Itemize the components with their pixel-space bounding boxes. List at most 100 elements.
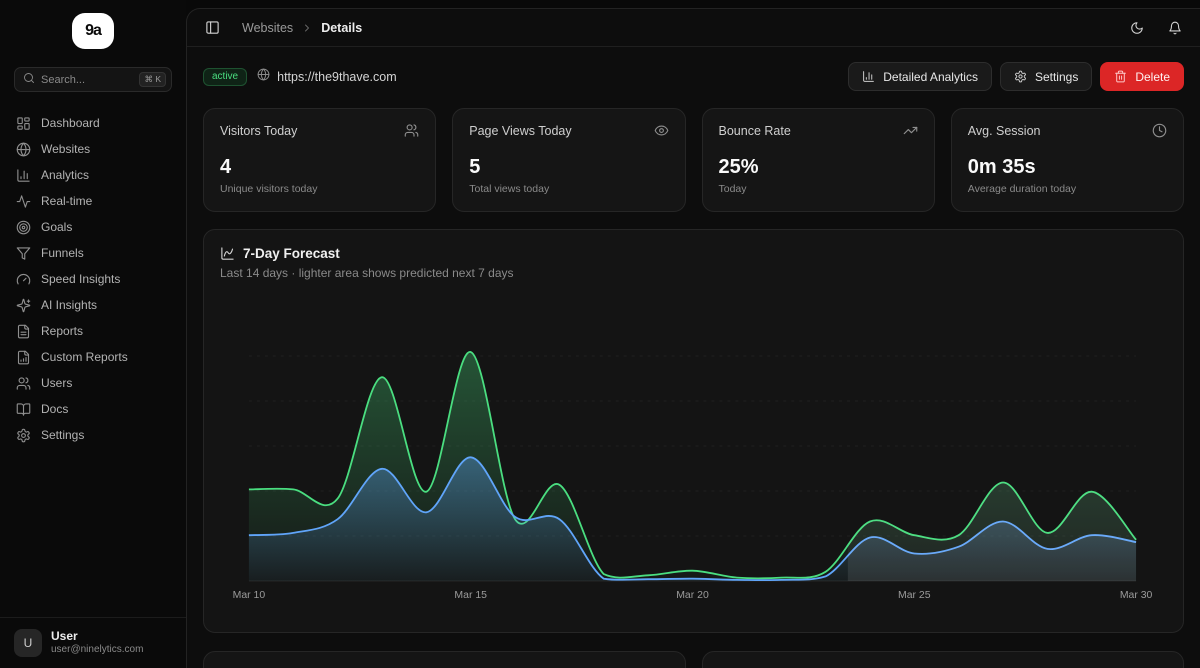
eye-icon <box>654 123 669 138</box>
stat-title-row: Bounce Rate <box>719 123 918 138</box>
sidebar-item-funnels[interactable]: Funnels <box>8 240 178 266</box>
book-open-icon-wrap <box>16 402 31 417</box>
user-name: User <box>51 629 143 644</box>
sidebar-item-label: AI Insights <box>41 298 97 312</box>
sidebar-item-custom-reports[interactable]: Custom Reports <box>8 344 178 370</box>
sidebar-item-label: Funnels <box>41 246 84 260</box>
activity-icon-wrap <box>16 194 31 209</box>
sidebar-item-label: Real-time <box>41 194 92 208</box>
button-label: Delete <box>1135 70 1170 84</box>
breadcrumb-details: Details <box>321 21 362 35</box>
users-icon-wrap <box>404 123 419 138</box>
sidebar-item-ai-insights[interactable]: AI Insights <box>8 292 178 318</box>
bottom-card-top-countries: Top Countries <box>702 651 1185 668</box>
globe-icon <box>16 142 31 157</box>
search-icon-wrap <box>23 71 35 89</box>
forecast-subtitle: Last 14 days · lighter area shows predic… <box>220 266 1167 280</box>
trending-up-icon-wrap <box>903 123 918 138</box>
clock-icon <box>1152 123 1167 138</box>
forecast-chart: Mar 10Mar 15Mar 20Mar 25Mar 30 <box>220 296 1167 608</box>
sidebar-item-real-time[interactable]: Real-time <box>8 188 178 214</box>
sidebar-toggle-button[interactable] <box>205 20 220 35</box>
stats-grid: Visitors Today4Unique visitors todayPage… <box>203 108 1184 212</box>
user-email: user@ninelytics.com <box>51 644 143 657</box>
search-shortcut-badge: ⌘ K <box>139 72 166 87</box>
breadcrumb-websites[interactable]: Websites <box>242 21 293 35</box>
forecast-title: 7-Day Forecast <box>243 246 340 261</box>
stat-card-avg-session: Avg. Session0m 35sAverage duration today <box>951 108 1184 212</box>
logo-wrap: 9a <box>0 0 186 59</box>
book-open-icon <box>16 402 31 417</box>
stat-title-row: Page Views Today <box>469 123 668 138</box>
stat-value: 25% <box>719 156 918 179</box>
svg-text:Mar 25: Mar 25 <box>898 590 931 601</box>
button-label: Detailed Analytics <box>883 70 978 84</box>
sidebar-item-websites[interactable]: Websites <box>8 136 178 162</box>
sidebar-item-docs[interactable]: Docs <box>8 396 178 422</box>
stat-title-row: Avg. Session <box>968 123 1167 138</box>
site-url[interactable]: https://the9thave.com <box>277 70 397 84</box>
sparkles-icon-wrap <box>16 298 31 313</box>
sidebar-item-reports[interactable]: Reports <box>8 318 178 344</box>
stat-title: Visitors Today <box>220 124 297 138</box>
bottom-card-top-pages: Top Pages <box>203 651 686 668</box>
sidebar-search[interactable]: ⌘ K <box>14 67 172 92</box>
sidebar-item-label: Custom Reports <box>41 350 128 364</box>
chevron-right-icon <box>301 22 313 34</box>
trash-icon <box>1114 70 1127 83</box>
content: active https://the9thave.com Detailed An… <box>187 47 1200 668</box>
sidebar-item-speed-insights[interactable]: Speed Insights <box>8 266 178 292</box>
stat-title: Bounce Rate <box>719 124 791 138</box>
gauge-icon-wrap <box>16 272 31 287</box>
stat-value: 5 <box>469 156 668 179</box>
settings-button[interactable]: Settings <box>1000 62 1092 91</box>
sidebar-item-users[interactable]: Users <box>8 370 178 396</box>
svg-text:Mar 15: Mar 15 <box>454 590 487 601</box>
stat-value: 4 <box>220 156 419 179</box>
site-header: active https://the9thave.com Detailed An… <box>203 62 1184 91</box>
sidebar-item-label: Settings <box>41 428 84 442</box>
stat-value: 0m 35s <box>968 156 1167 179</box>
sidebar-item-label: Docs <box>41 402 68 416</box>
main-panel: Websites Details active https://the9thav… <box>186 8 1200 668</box>
theme-toggle-button[interactable] <box>1130 21 1144 35</box>
moon-icon <box>1130 21 1144 35</box>
target-icon <box>16 220 31 235</box>
chart-column-icon-wrap <box>862 70 875 83</box>
svg-text:Mar 10: Mar 10 <box>233 590 266 601</box>
delete-button[interactable]: Delete <box>1100 62 1184 91</box>
gear-icon-wrap <box>16 428 31 443</box>
sidebar-item-dashboard[interactable]: Dashboard <box>8 110 178 136</box>
gauge-icon <box>16 272 31 287</box>
sidebar-item-label: Websites <box>41 142 90 156</box>
eye-icon-wrap <box>654 123 669 138</box>
sidebar-item-goals[interactable]: Goals <box>8 214 178 240</box>
sidebar-item-analytics[interactable]: Analytics <box>8 162 178 188</box>
bottom-cards: Top Pages Top Countries <box>203 651 1184 668</box>
bell-icon <box>1168 21 1182 35</box>
layout-dashboard-icon <box>16 116 31 131</box>
activity-icon <box>16 194 31 209</box>
site-url-wrap: https://the9thave.com <box>257 68 397 86</box>
stat-title: Avg. Session <box>968 124 1041 138</box>
sidebar-nav: Dashboard Websites Analytics Real-time Goals… <box>0 106 186 452</box>
sidebar-item-settings[interactable]: Settings <box>8 422 178 448</box>
chart-column-icon-wrap <box>16 168 31 183</box>
breadcrumb: Websites Details <box>242 21 362 35</box>
stat-card-visitors-today: Visitors Today4Unique visitors today <box>203 108 436 212</box>
sidebar-item-label: Reports <box>41 324 83 338</box>
chart-spline-icon <box>220 246 235 261</box>
sidebar-user[interactable]: U User user@ninelytics.com <box>0 617 186 668</box>
panel-left-icon <box>205 20 220 35</box>
target-icon-wrap <box>16 220 31 235</box>
svg-text:Mar 30: Mar 30 <box>1120 590 1153 601</box>
app-logo[interactable]: 9a <box>72 13 114 49</box>
sidebar-item-label: Speed Insights <box>41 272 120 286</box>
stat-card-page-views-today: Page Views Today5Total views today <box>452 108 685 212</box>
trending-up-icon <box>903 123 918 138</box>
search-input[interactable] <box>41 74 133 86</box>
file-text-icon <box>16 324 31 339</box>
detailed-analytics-button[interactable]: Detailed Analytics <box>848 62 992 91</box>
search-icon <box>23 72 35 84</box>
notifications-button[interactable] <box>1168 21 1182 35</box>
